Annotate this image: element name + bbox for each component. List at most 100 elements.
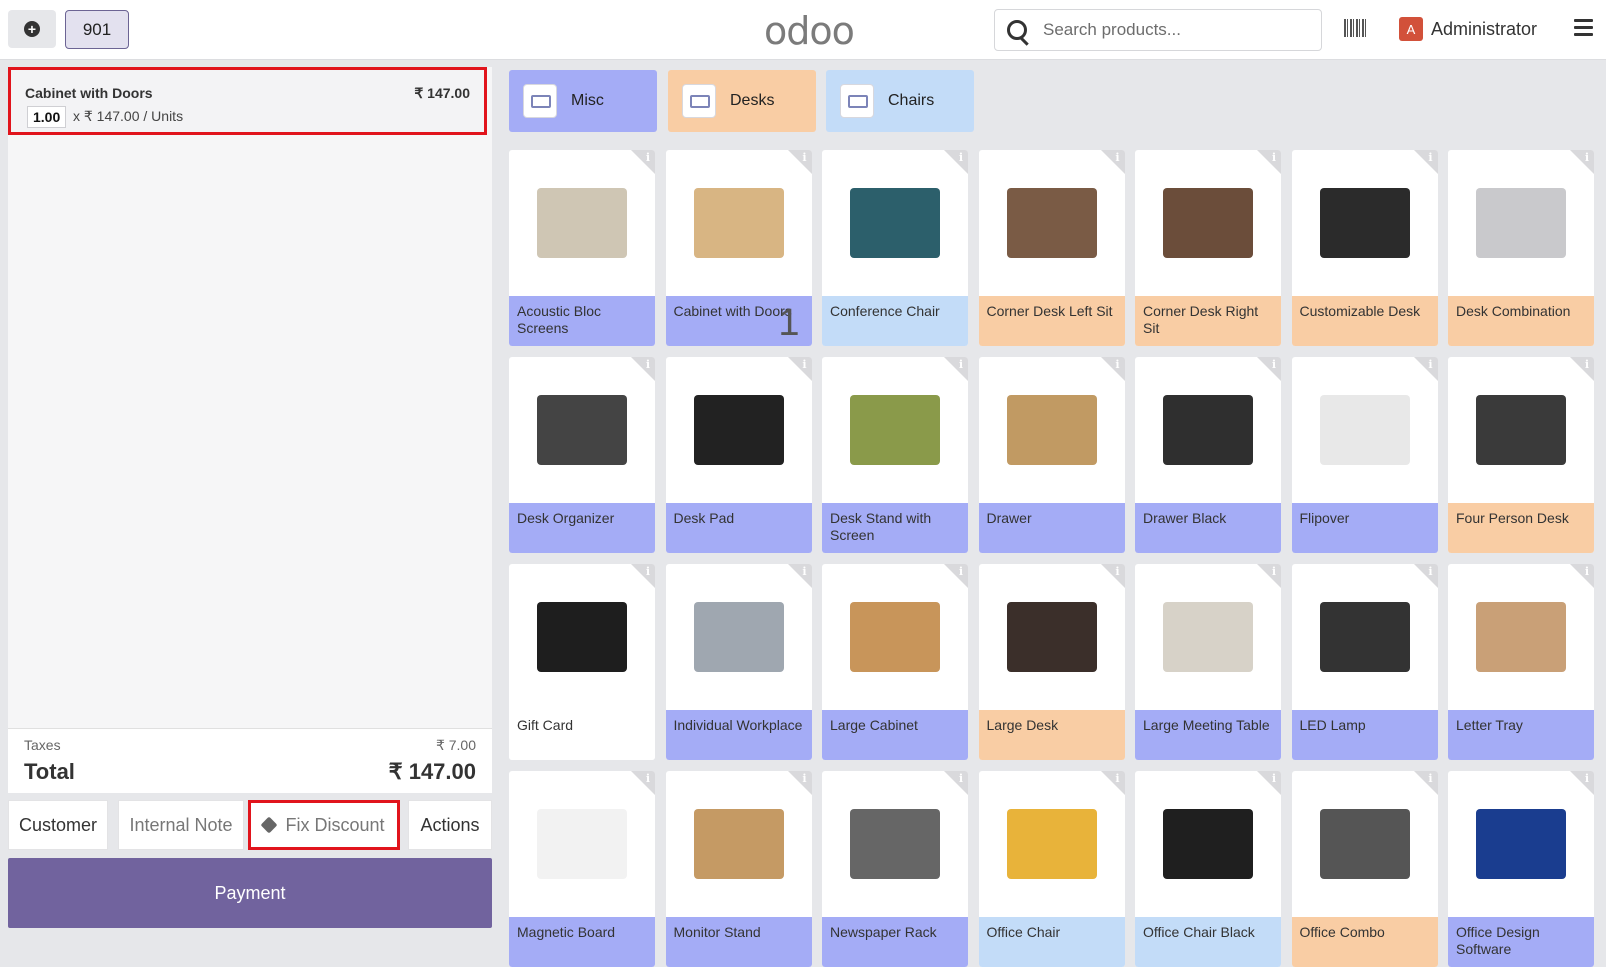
- search-box[interactable]: [994, 9, 1322, 51]
- product-card[interactable]: i LED Lamp: [1291, 564, 1438, 760]
- product-card[interactable]: i Large Cabinet: [822, 564, 968, 760]
- product-thumbnail: [850, 188, 940, 258]
- product-card[interactable]: i Newspaper Rack: [822, 771, 968, 967]
- info-icon[interactable]: i: [644, 565, 652, 578]
- info-icon[interactable]: i: [1114, 772, 1122, 785]
- product-card[interactable]: i Magnetic Board: [509, 771, 655, 967]
- info-icon[interactable]: i: [1427, 358, 1435, 371]
- product-name: Corner Desk Right Sit: [1135, 296, 1281, 346]
- product-name: Individual Workplace: [665, 710, 812, 760]
- info-icon[interactable]: i: [644, 772, 652, 785]
- actions-button[interactable]: Actions: [408, 800, 492, 850]
- category-desks[interactable]: Desks: [668, 70, 816, 132]
- product-card[interactable]: i Office Design Software: [1448, 771, 1594, 967]
- product-card[interactable]: i Desk Pad: [665, 357, 812, 553]
- info-icon[interactable]: i: [957, 358, 965, 371]
- category-chairs[interactable]: Chairs: [826, 70, 974, 132]
- product-card[interactable]: i Corner Desk Right Sit: [1135, 150, 1281, 346]
- info-icon[interactable]: i: [1427, 772, 1435, 785]
- customer-button[interactable]: Customer: [8, 800, 108, 850]
- product-card[interactable]: i Office Chair: [978, 771, 1125, 967]
- product-card[interactable]: i Individual Workplace: [665, 564, 812, 760]
- product-card[interactable]: i Desk Combination: [1448, 150, 1594, 346]
- product-name: Newspaper Rack: [822, 917, 968, 967]
- product-card[interactable]: i Letter Tray: [1448, 564, 1594, 760]
- product-thumbnail: [537, 602, 627, 672]
- product-card[interactable]: i Drawer: [978, 357, 1125, 553]
- product-card[interactable]: i Large Desk: [978, 564, 1125, 760]
- hamburger-menu-icon[interactable]: [1574, 19, 1593, 36]
- order-totals: Taxes ₹ 7.00 Total ₹ 147.00: [8, 728, 492, 793]
- product-card[interactable]: i Corner Desk Left Sit: [978, 150, 1125, 346]
- product-name: Office Design Software: [1448, 917, 1594, 967]
- product-name: Gift Card: [509, 710, 655, 760]
- product-card[interactable]: i Desk Stand with Screen: [822, 357, 968, 553]
- info-icon[interactable]: i: [1583, 358, 1591, 371]
- product-card[interactable]: i Monitor Stand: [665, 771, 812, 967]
- product-card[interactable]: i Flipover: [1291, 357, 1438, 553]
- internal-note-button[interactable]: Internal Note: [118, 800, 244, 850]
- info-icon[interactable]: i: [801, 358, 809, 371]
- search-input[interactable]: [1041, 16, 1315, 44]
- info-icon[interactable]: i: [1114, 151, 1122, 164]
- product-thumbnail: [1163, 809, 1253, 879]
- product-thumbnail: [1006, 395, 1097, 465]
- info-icon[interactable]: i: [957, 565, 965, 578]
- product-name: Acoustic Bloc Screens: [509, 296, 655, 346]
- product-thumbnail: [693, 188, 784, 258]
- product-name: Magnetic Board: [509, 917, 655, 967]
- info-icon[interactable]: i: [644, 151, 652, 164]
- info-icon[interactable]: i: [801, 565, 809, 578]
- product-card[interactable]: i Office Combo: [1291, 771, 1438, 967]
- product-thumbnail: [693, 809, 784, 879]
- product-card[interactable]: i Four Person Desk: [1448, 357, 1594, 553]
- product-card[interactable]: i Office Chair Black: [1135, 771, 1281, 967]
- info-icon[interactable]: i: [801, 151, 809, 164]
- product-thumbnail: [1476, 602, 1566, 672]
- info-icon[interactable]: i: [957, 772, 965, 785]
- product-name: Office Chair Black: [1135, 917, 1281, 967]
- info-icon[interactable]: i: [1427, 151, 1435, 164]
- order-line-name: Cabinet with Doors: [25, 85, 153, 101]
- user-menu[interactable]: A Administrator: [1399, 17, 1537, 41]
- info-icon[interactable]: i: [1114, 565, 1122, 578]
- info-icon[interactable]: i: [1270, 358, 1278, 371]
- info-icon[interactable]: i: [1114, 358, 1122, 371]
- product-card[interactable]: i Customizable Desk: [1291, 150, 1438, 346]
- product-name: Office Chair: [978, 917, 1125, 967]
- info-icon[interactable]: i: [1583, 565, 1591, 578]
- info-icon[interactable]: i: [1583, 772, 1591, 785]
- product-thumbnail: [693, 395, 784, 465]
- payment-button[interactable]: Payment: [8, 858, 492, 928]
- fix-discount-button[interactable]: Fix Discount: [248, 800, 400, 850]
- order-tab[interactable]: 901: [65, 10, 129, 49]
- product-name: Desk Pad: [665, 503, 812, 553]
- order-line[interactable]: Cabinet with Doors ₹ 147.00 1.00 x ₹ 147…: [8, 67, 487, 135]
- product-name: Drawer Black: [1135, 503, 1281, 553]
- info-icon[interactable]: i: [1270, 565, 1278, 578]
- product-thumbnail: [1163, 602, 1253, 672]
- new-order-button[interactable]: +: [8, 10, 56, 48]
- info-icon[interactable]: i: [1427, 565, 1435, 578]
- product-card[interactable]: i Drawer Black: [1135, 357, 1281, 553]
- barcode-icon[interactable]: [1344, 19, 1368, 37]
- info-icon[interactable]: i: [1270, 772, 1278, 785]
- info-icon[interactable]: i: [801, 772, 809, 785]
- info-icon[interactable]: i: [1583, 151, 1591, 164]
- product-thumbnail: [1476, 395, 1566, 465]
- order-panel: [8, 67, 492, 792]
- user-name: Administrator: [1431, 18, 1538, 39]
- info-icon[interactable]: i: [644, 358, 652, 371]
- product-card[interactable]: i Conference Chair: [822, 150, 968, 346]
- product-card[interactable]: i Desk Organizer: [509, 357, 655, 553]
- tag-icon: [260, 816, 278, 834]
- product-card[interactable]: i Gift Card: [509, 564, 655, 760]
- product-card[interactable]: i Large Meeting Table: [1135, 564, 1281, 760]
- product-thumbnail: [537, 188, 627, 258]
- product-card[interactable]: i Cabinet with Doors 1: [665, 150, 812, 346]
- category-misc[interactable]: Misc: [509, 70, 657, 132]
- category-label: Misc: [571, 92, 604, 109]
- info-icon[interactable]: i: [957, 151, 965, 164]
- product-card[interactable]: i Acoustic Bloc Screens: [509, 150, 655, 346]
- info-icon[interactable]: i: [1270, 151, 1278, 164]
